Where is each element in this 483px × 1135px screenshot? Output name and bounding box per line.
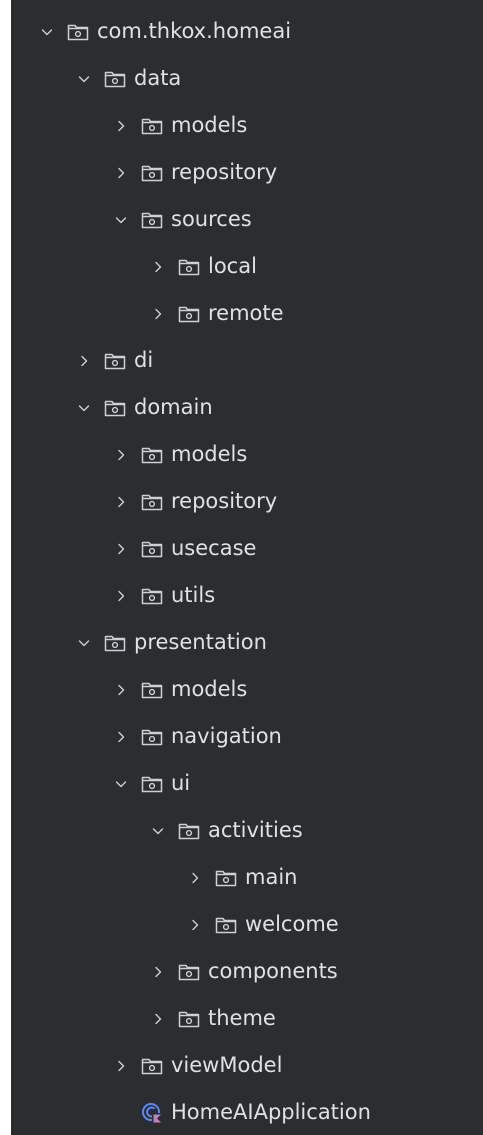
tree-item-components[interactable]: components [11,948,483,995]
tree-item-repository[interactable]: repository [11,149,483,196]
chevron-down-icon[interactable] [75,70,93,88]
package-folder-icon [178,1009,202,1029]
tree-item-label: presentation [134,630,267,654]
chevron-down-icon[interactable] [112,211,130,229]
tree-item-ui[interactable]: ui [11,760,483,807]
tree-item-label: models [171,442,248,466]
package-folder-icon [141,680,165,700]
chevron-right-icon[interactable] [112,164,130,182]
tree-item-label: welcome [245,912,339,936]
tree-item-presentation[interactable]: presentation [11,619,483,666]
tree-item-label: models [171,677,248,701]
tree-item-usecase[interactable]: usecase [11,525,483,572]
chevron-right-icon[interactable] [112,446,130,464]
package-folder-icon [178,821,202,841]
tree-item-label: local [208,254,257,278]
tree-item-repository[interactable]: repository [11,478,483,525]
package-folder-icon [141,445,165,465]
package-folder-icon [141,210,165,230]
tree-item-remote[interactable]: remote [11,290,483,337]
chevron-down-icon[interactable] [112,775,130,793]
chevron-right-icon[interactable] [149,258,167,276]
tree-item-label: sources [171,207,252,231]
tree-item-label: repository [171,489,278,513]
tree-item-label: viewModel [171,1053,283,1077]
chevron-right-icon[interactable] [186,916,204,934]
tree-item-main[interactable]: main [11,854,483,901]
tree-item-sources[interactable]: sources [11,196,483,243]
package-folder-icon [104,351,128,371]
tree-item-models[interactable]: models [11,431,483,478]
tree-item-label: repository [171,160,278,184]
package-folder-icon [178,962,202,982]
package-folder-icon [141,774,165,794]
tree-item-label: main [245,865,298,889]
tree-item-label: di [134,348,154,372]
package-folder-icon [104,69,128,89]
tree-item-utils[interactable]: utils [11,572,483,619]
chevron-down-icon[interactable] [75,634,93,652]
tree-item-di[interactable]: di [11,337,483,384]
package-folder-icon [141,1056,165,1076]
chevron-right-icon[interactable] [112,540,130,558]
tree-item-activities[interactable]: activities [11,807,483,854]
chevron-down-icon[interactable] [149,822,167,840]
package-folder-icon [178,304,202,324]
tree-item-models[interactable]: models [11,102,483,149]
package-folder-icon [141,586,165,606]
kotlin-application-class-icon [141,1102,165,1123]
tree-item-label: com.thkox.homeai [97,19,292,43]
package-folder-icon [141,727,165,747]
tree-item-label: navigation [171,724,282,748]
package-folder-icon [141,539,165,559]
tree-item-label: data [134,66,182,90]
tree-item-label: ui [171,771,191,795]
tree-item-label: remote [208,301,284,325]
tree-item-label: components [208,959,338,983]
tree-item-theme[interactable]: theme [11,995,483,1042]
chevron-right-icon[interactable] [112,587,130,605]
package-folder-icon [141,492,165,512]
package-folder-icon [215,868,239,888]
chevron-right-icon[interactable] [112,493,130,511]
tree-item-navigation[interactable]: navigation [11,713,483,760]
chevron-right-icon[interactable] [149,963,167,981]
tree-item-label: utils [171,583,216,607]
tree-item-local[interactable]: local [11,243,483,290]
package-folder-icon [104,398,128,418]
project-tree: com.thkox.homeai data models repository sour… [11,8,483,1135]
chevron-down-icon[interactable] [38,23,56,41]
tree-item-viewmodel[interactable]: viewModel [11,1042,483,1089]
package-folder-icon [104,633,128,653]
tree-item-welcome[interactable]: welcome [11,901,483,948]
package-folder-icon [141,116,165,136]
chevron-right-icon[interactable] [112,728,130,746]
chevron-right-icon[interactable] [112,1057,130,1075]
project-tree-panel: com.thkox.homeai data models repository sour… [11,0,483,1135]
tree-item-label: usecase [171,536,257,560]
tree-item-homeaiapplication[interactable]: HomeAIApplication [11,1089,483,1135]
tree-item-label: HomeAIApplication [171,1100,371,1124]
tree-item-label: theme [208,1006,276,1030]
tree-item-models[interactable]: models [11,666,483,713]
package-folder-icon [178,257,202,277]
tree-item-com-thkox-homeai[interactable]: com.thkox.homeai [11,8,483,55]
chevron-right-icon[interactable] [149,305,167,323]
tree-item-label: models [171,113,248,137]
tree-item-data[interactable]: data [11,55,483,102]
chevron-right-icon[interactable] [112,681,130,699]
chevron-right-icon[interactable] [186,869,204,887]
tree-item-domain[interactable]: domain [11,384,483,431]
package-folder-icon [215,915,239,935]
chevron-right-icon[interactable] [149,1010,167,1028]
tree-item-label: activities [208,818,303,842]
tree-item-label: domain [134,395,213,419]
package-folder-icon [141,163,165,183]
package-folder-icon [67,22,91,42]
chevron-right-icon[interactable] [75,352,93,370]
chevron-down-icon[interactable] [75,399,93,417]
chevron-right-icon[interactable] [112,117,130,135]
